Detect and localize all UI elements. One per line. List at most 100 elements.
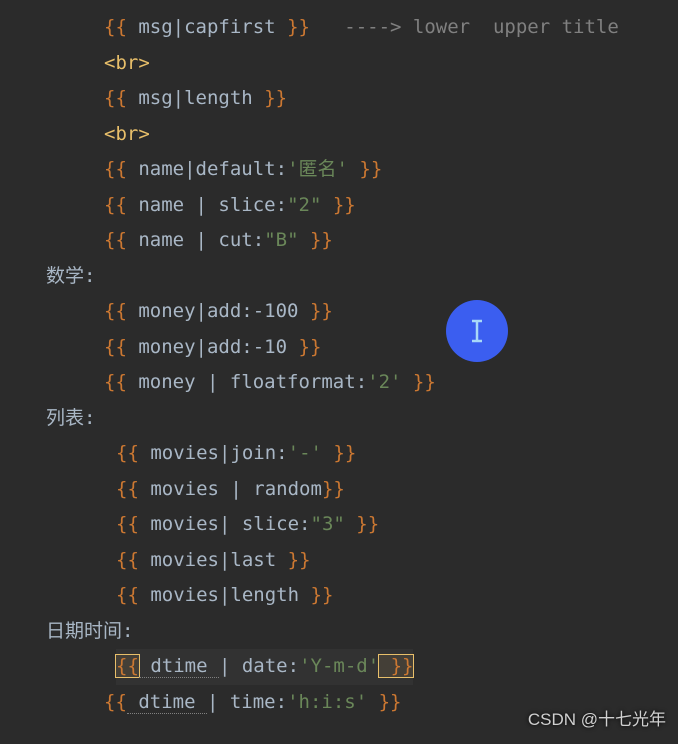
delim-open: {{ (115, 654, 140, 678)
code-line[interactable]: {{ money | floatformat:'2' }} (46, 365, 678, 401)
code-line[interactable]: {{ msg|length }} (46, 81, 678, 117)
code-line[interactable]: {{ movies|length }} (46, 578, 678, 614)
delim-close: }} (288, 549, 311, 571)
heading-text: 日期时间: (46, 620, 133, 642)
pipe: | (173, 16, 184, 38)
tag-name: br (115, 52, 138, 74)
filter: length (184, 87, 264, 109)
variable: movies (139, 584, 219, 606)
code-line[interactable]: {{ movies|join:'-' }} (46, 436, 678, 472)
pipe: | (230, 478, 241, 500)
code-line-active[interactable]: {{ dtime | date:'Y-m-d' }} (46, 649, 678, 685)
comment: ----> lower upper title (310, 16, 619, 38)
delim-close: }} (310, 300, 333, 322)
filter: random (242, 478, 322, 500)
filter: join: (230, 442, 287, 464)
cursor-icon (446, 300, 508, 362)
delim-open: {{ (116, 513, 139, 535)
pipe: | (219, 549, 230, 571)
pipe: | (173, 87, 184, 109)
filter: time: (218, 691, 287, 713)
delim-open: {{ (104, 691, 127, 713)
delim-open: {{ (116, 549, 139, 571)
pipe: | (184, 158, 195, 180)
section-heading[interactable]: 数学: (46, 259, 678, 295)
string: '2' (367, 371, 401, 393)
filter: slice: (207, 194, 287, 216)
pipe: | (196, 300, 207, 322)
tag-open: < (104, 52, 115, 74)
delim-open: {{ (116, 442, 139, 464)
tag-close: > (138, 123, 149, 145)
filter: date: (230, 655, 299, 677)
variable: name (127, 194, 196, 216)
delim-open: {{ (104, 229, 127, 251)
variable: dtime (127, 691, 207, 714)
delim-open: {{ (116, 584, 139, 606)
delim-open: {{ (104, 16, 127, 38)
delim-close: }} (348, 158, 382, 180)
variable: movies (139, 478, 231, 500)
pipe: | (196, 229, 207, 251)
tag-close: > (138, 52, 149, 74)
variable: money (127, 371, 207, 393)
pipe: | (207, 371, 218, 393)
code-line[interactable]: {{ money|add:-100 }} (46, 294, 678, 330)
variable: movies (139, 513, 219, 535)
section-heading[interactable]: 列表: (46, 401, 678, 437)
code-line[interactable]: {{ movies| slice:"3" }} (46, 507, 678, 543)
filter: add:-10 (207, 336, 299, 358)
heading-text: 数学: (46, 265, 95, 287)
code-line[interactable]: {{ msg|capfirst }} ----> lower upper tit… (46, 10, 678, 46)
filter: length (230, 584, 310, 606)
variable: money (127, 300, 196, 322)
string: 'h:i:s' (287, 691, 367, 713)
delim-close: }} (367, 691, 401, 713)
code-line[interactable]: {{ movies | random}} (46, 472, 678, 508)
delim-open: {{ (104, 194, 127, 216)
tag-open: < (104, 123, 115, 145)
variable: movies (139, 549, 219, 571)
delim-open: {{ (104, 371, 127, 393)
delim-close: }} (299, 229, 333, 251)
pipe: | (219, 584, 230, 606)
delim-close: }} (401, 371, 435, 393)
delim-close: }} (287, 16, 310, 38)
variable: movies (139, 442, 219, 464)
delim-close: }} (321, 194, 355, 216)
code-line[interactable]: {{ name | cut:"B" }} (46, 223, 678, 259)
delim-close: }} (311, 584, 334, 606)
code-line[interactable]: {{ money|add:-10 }} (46, 330, 678, 366)
code-line[interactable]: {{ name | slice:"2" }} (46, 188, 678, 224)
code-line[interactable]: <br> (46, 117, 678, 153)
variable: dtime (139, 655, 219, 678)
delim-close: }} (378, 654, 414, 678)
code-line[interactable]: {{ name|default:'匿名' }} (46, 152, 678, 188)
string: '-' (288, 442, 322, 464)
delim-close: }} (322, 478, 345, 500)
pipe: | (207, 691, 218, 713)
filter: last (230, 549, 287, 571)
filter: default: (196, 158, 288, 180)
filter: cut: (207, 229, 264, 251)
string: "B" (264, 229, 298, 251)
string: "2" (287, 194, 321, 216)
pipe: | (219, 655, 230, 677)
variable: name (127, 158, 184, 180)
pipe: | (196, 336, 207, 358)
delim-open: {{ (104, 87, 127, 109)
pipe: | (196, 194, 207, 216)
variable: msg (127, 87, 173, 109)
delim-open: {{ (116, 478, 139, 500)
code-line[interactable]: {{ movies|last }} (46, 543, 678, 579)
delim-close: }} (264, 87, 287, 109)
pipe: | (219, 513, 230, 535)
filter: slice: (230, 513, 310, 535)
section-heading[interactable]: 日期时间: (46, 614, 678, 650)
code-line[interactable]: <br> (46, 46, 678, 82)
delim-close: }} (322, 442, 356, 464)
delim-close: }} (345, 513, 379, 535)
delim-close: }} (299, 336, 322, 358)
variable: name (127, 229, 196, 251)
tag-name: br (115, 123, 138, 145)
